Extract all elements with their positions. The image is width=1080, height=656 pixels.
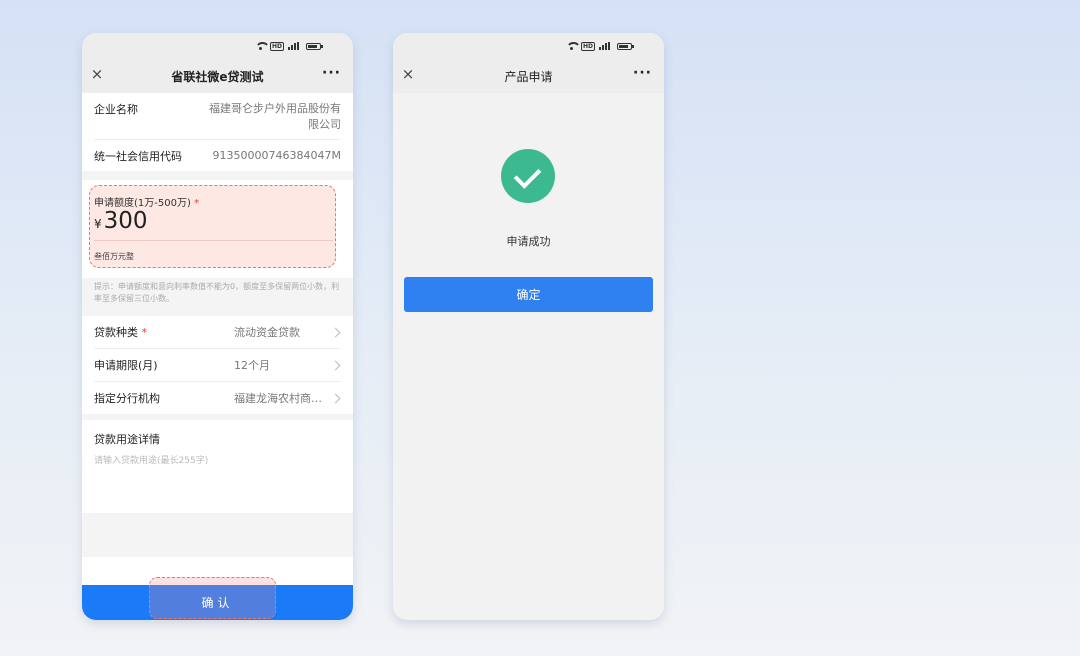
loan-type-label: 贷款种类 * (94, 326, 147, 339)
chevron-right-icon (330, 327, 341, 337)
credit-code-value: 91350000746384047M (212, 149, 341, 162)
company-name-row: 企业名称 福建哥仑步户外用品股份有限公司 (82, 93, 353, 139)
amount-label: 申请额度(1万-500万) * (94, 198, 200, 209)
signal-icon (288, 42, 302, 50)
chevron-right-icon (330, 360, 341, 370)
loan-application-phone: HD × 省联社微e贷测试 ··· 企业名称 福建哥仑步户外用品股份有限公司 统… (82, 33, 353, 620)
company-info-section: 企业名称 福建哥仑步户外用品股份有限公司 统一社会信用代码 9135000074… (82, 93, 353, 171)
close-icon[interactable]: × (401, 67, 415, 82)
loan-type-row[interactable]: 贷款种类 * 流动资金贷款 (82, 316, 353, 348)
loan-details-section: 贷款种类 * 流动资金贷款 申请期限(月) 12个月 指定分行机构 福建龙海农村… (82, 316, 353, 414)
company-name-label: 企业名称 (94, 103, 138, 116)
signal-icon (599, 42, 613, 50)
more-icon[interactable]: ··· (322, 65, 341, 81)
wifi-icon (254, 41, 270, 51)
ok-button[interactable]: 确定 (404, 277, 653, 312)
page-title: 产品申请 (504, 69, 553, 84)
hd-icon: HD (580, 41, 595, 51)
purpose-input[interactable]: 请输入贷款用途(最长255字) (94, 453, 341, 466)
purpose-label: 贷款用途详情 (94, 433, 160, 446)
currency-symbol: ¥ (94, 217, 102, 231)
purpose-field[interactable]: 贷款用途详情 请输入贷款用途(最长255字) (82, 420, 353, 513)
section-gap (82, 171, 353, 180)
company-name-value: 福建哥仑步户外用品股份有限公司 (209, 102, 341, 131)
battery-icon (617, 42, 634, 50)
confirm-button-label: 确认 (201, 596, 234, 610)
nav-bar: × 省联社微e贷测试 ··· (82, 59, 353, 93)
page-title: 省联社微e贷测试 (171, 69, 264, 84)
credit-code-label: 统一社会信用代码 (94, 149, 182, 163)
success-message: 申请成功 (506, 235, 551, 248)
close-icon[interactable]: × (90, 67, 104, 82)
credit-code-row: 统一社会信用代码 91350000746384047M (82, 140, 353, 171)
battery-icon (306, 42, 323, 50)
amount-field[interactable]: 申请额度(1万-500万) * ¥ 300 叁佰万元整 (82, 180, 353, 278)
nav-bar: × 产品申请 ··· (393, 59, 664, 93)
application-success-phone: HD × 产品申请 ··· 申请成功 确定 (393, 33, 664, 620)
hd-icon: HD (269, 41, 284, 51)
branch-label: 指定分行机构 (94, 392, 160, 405)
amount-input[interactable]: ¥ 300 (94, 208, 148, 234)
term-label: 申请期限(月) (94, 359, 158, 372)
amount-in-words: 叁佰万元整 (94, 252, 134, 261)
branch-value: 福建龙海农村商业银行 (234, 392, 324, 405)
term-row[interactable]: 申请期限(月) 12个月 (82, 349, 353, 381)
amount-value: 300 (103, 208, 148, 234)
amount-tip: 提示：申请额度和意向利率数值不能为0，额度至多保留两位小数，利率至多保留三位小数… (82, 278, 353, 316)
status-bar: HD (393, 33, 664, 59)
check-circle-icon (501, 149, 555, 203)
status-bar: HD (82, 33, 353, 59)
wifi-icon (565, 41, 581, 51)
more-icon[interactable]: ··· (633, 65, 652, 81)
term-value: 12个月 (234, 359, 270, 372)
amount-underline (94, 240, 333, 241)
chevron-right-icon (330, 393, 341, 403)
loan-type-value: 流动资金贷款 (234, 326, 300, 339)
branch-row[interactable]: 指定分行机构 福建龙海农村商业银行 (82, 382, 353, 414)
